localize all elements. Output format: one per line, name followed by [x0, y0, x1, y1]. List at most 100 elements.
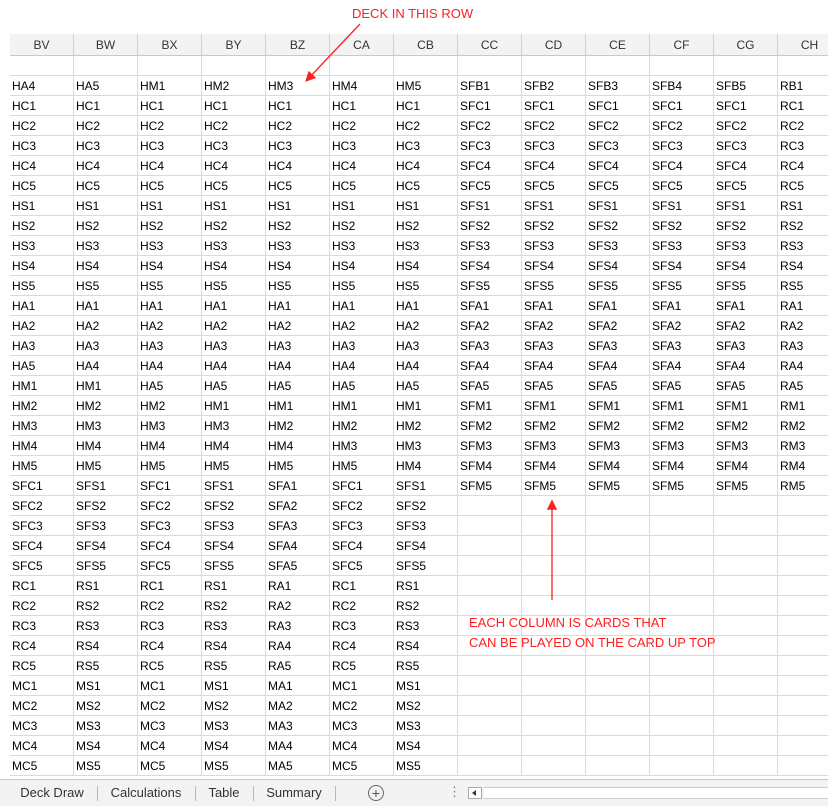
column-header-bz[interactable]: BZ [266, 34, 330, 56]
cell[interactable]: SFC1 [458, 96, 522, 116]
cell[interactable]: SFC1 [330, 476, 394, 496]
cell[interactable] [522, 536, 586, 556]
cell[interactable]: HM5 [394, 76, 458, 96]
cell[interactable]: HM5 [266, 456, 330, 476]
cell[interactable]: SFA1 [266, 476, 330, 496]
cell[interactable]: MS4 [394, 736, 458, 756]
cell[interactable]: SFM4 [586, 456, 650, 476]
cell[interactable]: HS5 [202, 276, 266, 296]
cell[interactable] [458, 736, 522, 756]
cell[interactable]: SFC5 [138, 556, 202, 576]
cell[interactable] [586, 696, 650, 716]
cell[interactable]: MC3 [138, 716, 202, 736]
cell[interactable]: HS2 [330, 216, 394, 236]
cell[interactable]: HC3 [74, 136, 138, 156]
cell[interactable]: SFM1 [458, 396, 522, 416]
cell[interactable]: SFA2 [650, 316, 714, 336]
column-header-bw[interactable]: BW [74, 34, 138, 56]
cell[interactable]: SFC3 [138, 516, 202, 536]
cell[interactable]: SFA3 [650, 336, 714, 356]
cell[interactable]: SFA4 [586, 356, 650, 376]
cell[interactable]: HA5 [138, 376, 202, 396]
cell[interactable]: RA1 [778, 296, 828, 316]
cell[interactable]: MS5 [394, 756, 458, 776]
cell[interactable]: RS3 [394, 616, 458, 636]
tab-deck-draw[interactable]: Deck Draw [8, 780, 96, 806]
cell[interactable]: SFM2 [458, 416, 522, 436]
cell[interactable] [522, 516, 586, 536]
cell[interactable]: RS2 [74, 596, 138, 616]
cell[interactable]: SFS1 [522, 196, 586, 216]
cell[interactable]: RS1 [394, 576, 458, 596]
cell[interactable]: HC2 [330, 116, 394, 136]
cell[interactable]: MA3 [266, 716, 330, 736]
cell[interactable]: HS2 [266, 216, 330, 236]
cell[interactable]: RB1 [778, 76, 828, 96]
cell[interactable]: HC4 [138, 156, 202, 176]
cell[interactable]: HM5 [10, 456, 74, 476]
cell[interactable]: SFC2 [714, 116, 778, 136]
cell[interactable]: HS2 [74, 216, 138, 236]
cell[interactable]: HC1 [10, 96, 74, 116]
cell[interactable]: HM2 [394, 416, 458, 436]
cell[interactable] [458, 656, 522, 676]
cell[interactable]: SFA2 [522, 316, 586, 336]
cell[interactable]: MC4 [138, 736, 202, 756]
cell[interactable]: RC5 [138, 656, 202, 676]
cell[interactable]: HA5 [202, 376, 266, 396]
cell[interactable]: SFS4 [714, 256, 778, 276]
column-header-cc[interactable]: CC [458, 34, 522, 56]
cell[interactable]: RM5 [778, 476, 828, 496]
cell[interactable] [778, 696, 828, 716]
cell[interactable]: HM2 [202, 76, 266, 96]
cell[interactable]: HC3 [330, 136, 394, 156]
cell[interactable] [778, 736, 828, 756]
cell[interactable]: HM5 [74, 456, 138, 476]
cell[interactable]: HA3 [394, 336, 458, 356]
cell[interactable] [586, 556, 650, 576]
cell[interactable]: SFM1 [522, 396, 586, 416]
cell[interactable] [586, 536, 650, 556]
cell[interactable] [714, 536, 778, 556]
cell[interactable]: HS2 [202, 216, 266, 236]
cell[interactable]: HA1 [266, 296, 330, 316]
cell[interactable]: SFA4 [458, 356, 522, 376]
cell[interactable] [650, 676, 714, 696]
cell[interactable]: SFA3 [266, 516, 330, 536]
cell[interactable]: HA5 [74, 76, 138, 96]
cell[interactable] [714, 596, 778, 616]
cell[interactable]: HM4 [10, 436, 74, 456]
cell[interactable]: MS3 [74, 716, 138, 736]
cell[interactable]: RS1 [778, 196, 828, 216]
cell[interactable] [74, 56, 138, 76]
cell[interactable] [650, 56, 714, 76]
cell[interactable]: HA4 [394, 356, 458, 376]
cell[interactable]: HM3 [202, 416, 266, 436]
cell[interactable]: SFC3 [458, 136, 522, 156]
cell[interactable]: SFA3 [586, 336, 650, 356]
cell[interactable]: MA5 [266, 756, 330, 776]
cell[interactable] [522, 656, 586, 676]
cell[interactable] [586, 596, 650, 616]
cell[interactable] [458, 536, 522, 556]
cell[interactable]: RC5 [330, 656, 394, 676]
cell[interactable]: SFS3 [202, 516, 266, 536]
cell[interactable]: MS4 [202, 736, 266, 756]
cell[interactable]: HA2 [330, 316, 394, 336]
cell[interactable]: MA4 [266, 736, 330, 756]
cell[interactable]: MS1 [394, 676, 458, 696]
cell[interactable] [714, 656, 778, 676]
cell[interactable] [778, 716, 828, 736]
cell[interactable]: HC3 [266, 136, 330, 156]
cell[interactable]: SFM5 [650, 476, 714, 496]
cell[interactable]: HS2 [138, 216, 202, 236]
cell[interactable] [458, 756, 522, 776]
cell[interactable]: MS1 [202, 676, 266, 696]
cell[interactable]: MC4 [330, 736, 394, 756]
cell[interactable]: SFC3 [10, 516, 74, 536]
column-header-cg[interactable]: CG [714, 34, 778, 56]
cell[interactable]: HC2 [74, 116, 138, 136]
column-header-ca[interactable]: CA [330, 34, 394, 56]
cell[interactable]: HA5 [394, 376, 458, 396]
cell[interactable]: SFS4 [394, 536, 458, 556]
